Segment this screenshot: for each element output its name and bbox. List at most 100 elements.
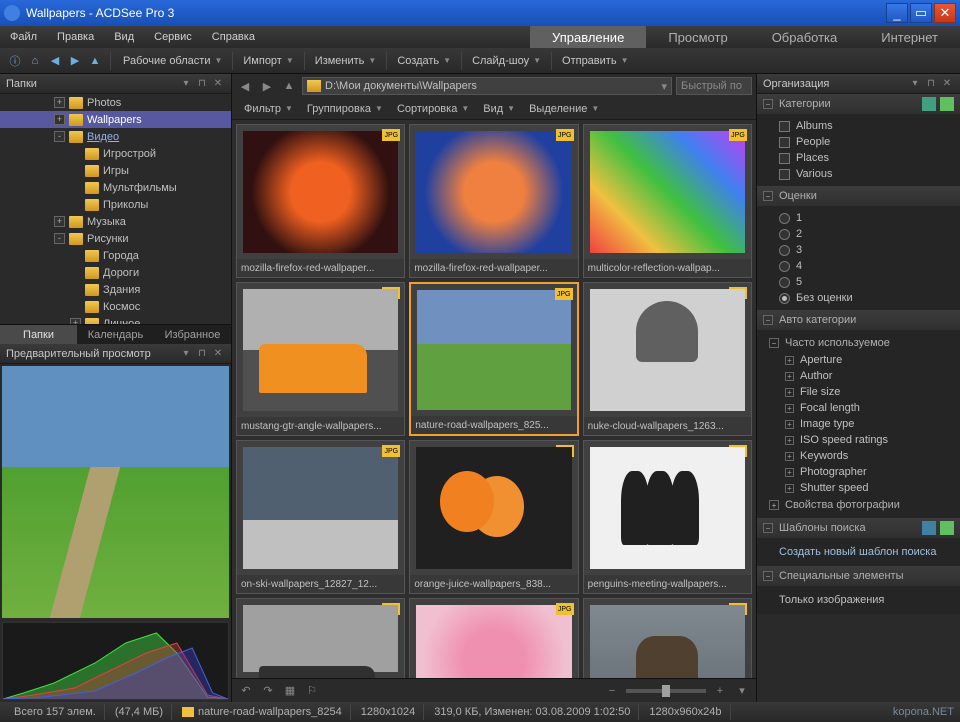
thumbnail[interactable]: JPGmozilla-firefox-red-wallpaper... bbox=[409, 124, 578, 278]
tree-row[interactable]: +Музыка bbox=[0, 213, 231, 230]
toolbar-3[interactable]: Создать▼ bbox=[391, 55, 457, 67]
tree-row[interactable]: Здания bbox=[0, 281, 231, 298]
thumbnail[interactable]: JPGmustang-gtr-angle-wallpapers... bbox=[236, 282, 405, 436]
tree-row[interactable]: -Видео bbox=[0, 128, 231, 145]
mode-tab-1[interactable]: Просмотр bbox=[646, 26, 749, 48]
category-row[interactable]: Albums bbox=[757, 118, 960, 134]
only-images-row[interactable]: Только изображения bbox=[757, 590, 960, 610]
info-icon[interactable]: ⓘ bbox=[6, 52, 24, 70]
property-row[interactable]: +Aperture bbox=[757, 352, 960, 368]
minimize-button[interactable]: _ bbox=[886, 3, 908, 23]
up-icon[interactable]: ▲ bbox=[86, 52, 104, 70]
home-icon[interactable]: ⌂ bbox=[26, 52, 44, 70]
thumbnail[interactable]: JPGmozilla-firefox-red-wallpaper... bbox=[236, 124, 405, 278]
tree-row[interactable]: +Photos bbox=[0, 94, 231, 111]
auto-categories-header[interactable]: −Авто категории bbox=[757, 310, 960, 330]
property-row[interactable]: +Photographer bbox=[757, 464, 960, 480]
rotate-right-icon[interactable]: ↷ bbox=[260, 683, 276, 699]
path-up-icon[interactable]: ▲ bbox=[280, 77, 298, 95]
filter-3[interactable]: Вид▼ bbox=[477, 103, 521, 115]
search-icon[interactable] bbox=[922, 521, 936, 535]
zoom-out-icon[interactable]: − bbox=[604, 683, 620, 699]
checkbox[interactable] bbox=[779, 121, 790, 132]
tag-icon[interactable]: ⚐ bbox=[304, 683, 320, 699]
menu-вид[interactable]: Вид bbox=[104, 26, 144, 48]
tree-row[interactable]: -Рисунки bbox=[0, 230, 231, 247]
path-fwd-icon[interactable]: ▶ bbox=[258, 77, 276, 95]
panel-close-icon[interactable]: ✕ bbox=[211, 347, 225, 361]
radio[interactable] bbox=[779, 261, 790, 272]
view-mode-icon[interactable]: ▾ bbox=[734, 683, 750, 699]
path-back-icon[interactable]: ◀ bbox=[236, 77, 254, 95]
toolbar-2[interactable]: Изменить▼ bbox=[309, 55, 383, 67]
rating-row[interactable]: 5 bbox=[757, 274, 960, 290]
rating-row[interactable]: Без оценки bbox=[757, 290, 960, 306]
toolbar-5[interactable]: Отправить▼ bbox=[556, 55, 634, 67]
back-icon[interactable]: ◀ bbox=[46, 52, 64, 70]
filter-1[interactable]: Группировка▼ bbox=[301, 103, 389, 115]
special-elements-header[interactable]: −Специальные элементы bbox=[757, 566, 960, 586]
menu-правка[interactable]: Правка bbox=[47, 26, 104, 48]
tree-row[interactable]: Космос bbox=[0, 298, 231, 315]
radio[interactable] bbox=[779, 277, 790, 288]
layout-icon[interactable]: ▦ bbox=[282, 683, 298, 699]
path-field[interactable]: D:\Мои документы\Wallpapers ▾ bbox=[302, 77, 672, 95]
left-tab-2[interactable]: Избранное bbox=[154, 324, 231, 344]
thumbnail[interactable]: JPGorange-juice-wallpapers_838... bbox=[409, 440, 578, 594]
toolbar-4[interactable]: Слайд-шоу▼ bbox=[466, 55, 547, 67]
mode-tab-3[interactable]: Интернет bbox=[859, 26, 960, 48]
filter-4[interactable]: Выделение▼ bbox=[523, 103, 605, 115]
zoom-in-icon[interactable]: + bbox=[712, 683, 728, 699]
thumbnail-grid[interactable]: JPGmozilla-firefox-red-wallpaper...JPGmo… bbox=[232, 120, 756, 678]
property-row[interactable]: +Focal length bbox=[757, 400, 960, 416]
filter-0[interactable]: Фильтр▼ bbox=[238, 103, 299, 115]
thumbnail[interactable]: JPGphanton-coupe-front-wallpap... bbox=[236, 598, 405, 678]
property-row[interactable]: +Shutter speed bbox=[757, 480, 960, 496]
radio[interactable] bbox=[779, 229, 790, 240]
quick-search[interactable]: Быстрый по bbox=[676, 77, 752, 95]
tree-row[interactable]: Приколы bbox=[0, 196, 231, 213]
rating-row[interactable]: 2 bbox=[757, 226, 960, 242]
left-tab-1[interactable]: Календарь bbox=[77, 324, 154, 344]
checkbox[interactable] bbox=[779, 169, 790, 180]
tree-row[interactable]: +Личное bbox=[0, 315, 231, 324]
category-row[interactable]: People bbox=[757, 134, 960, 150]
thumbnail[interactable]: JPGon-ski-wallpapers_12827_12... bbox=[236, 440, 405, 594]
ratings-header[interactable]: −Оценки bbox=[757, 186, 960, 206]
photo-props-header[interactable]: +Свойства фотографии bbox=[757, 496, 960, 514]
panel-close-icon[interactable]: ✕ bbox=[211, 77, 225, 91]
thumb-size-slider[interactable] bbox=[626, 689, 706, 693]
radio[interactable] bbox=[779, 245, 790, 256]
radio[interactable] bbox=[779, 213, 790, 224]
tree-row[interactable]: Города bbox=[0, 247, 231, 264]
category-row[interactable]: Places bbox=[757, 150, 960, 166]
rating-row[interactable]: 4 bbox=[757, 258, 960, 274]
folder-tree[interactable]: +Photos+Wallpapers-ВидеоИгростройИгрыМул… bbox=[0, 94, 231, 324]
rating-row[interactable]: 1 bbox=[757, 210, 960, 226]
radio[interactable] bbox=[779, 293, 790, 304]
thumbnail[interactable]: JPGmulticolor-reflection-wallpap... bbox=[583, 124, 752, 278]
panel-menu-icon[interactable]: ▾ bbox=[179, 77, 193, 91]
tree-row[interactable]: Игры bbox=[0, 162, 231, 179]
panel-pin-icon[interactable]: ⊓ bbox=[195, 77, 209, 91]
property-row[interactable]: +Keywords bbox=[757, 448, 960, 464]
checkbox[interactable] bbox=[779, 153, 790, 164]
property-row[interactable]: +ISO speed ratings bbox=[757, 432, 960, 448]
forward-icon[interactable]: ▶ bbox=[66, 52, 84, 70]
new-search-template-link[interactable]: Создать новый шаблон поиска bbox=[757, 542, 960, 562]
checkbox[interactable] bbox=[779, 137, 790, 148]
menu-сервис[interactable]: Сервис bbox=[144, 26, 202, 48]
panel-pin-icon[interactable]: ⊓ bbox=[924, 77, 938, 91]
add-search-icon[interactable] bbox=[940, 521, 954, 535]
panel-menu-icon[interactable]: ▾ bbox=[179, 347, 193, 361]
close-button[interactable]: ✕ bbox=[934, 3, 956, 23]
maximize-button[interactable]: ▭ bbox=[910, 3, 932, 23]
thumbnail[interactable]: JPGnature-road-wallpapers_825... bbox=[409, 282, 578, 436]
tree-row[interactable]: Игрострой bbox=[0, 145, 231, 162]
tree-row[interactable]: +Wallpapers bbox=[0, 111, 231, 128]
panel-close-icon[interactable]: ✕ bbox=[940, 77, 954, 91]
property-row[interactable]: +Author bbox=[757, 368, 960, 384]
left-tab-0[interactable]: Папки bbox=[0, 324, 77, 344]
category-row[interactable]: Various bbox=[757, 166, 960, 182]
tree-row[interactable]: Дороги bbox=[0, 264, 231, 281]
